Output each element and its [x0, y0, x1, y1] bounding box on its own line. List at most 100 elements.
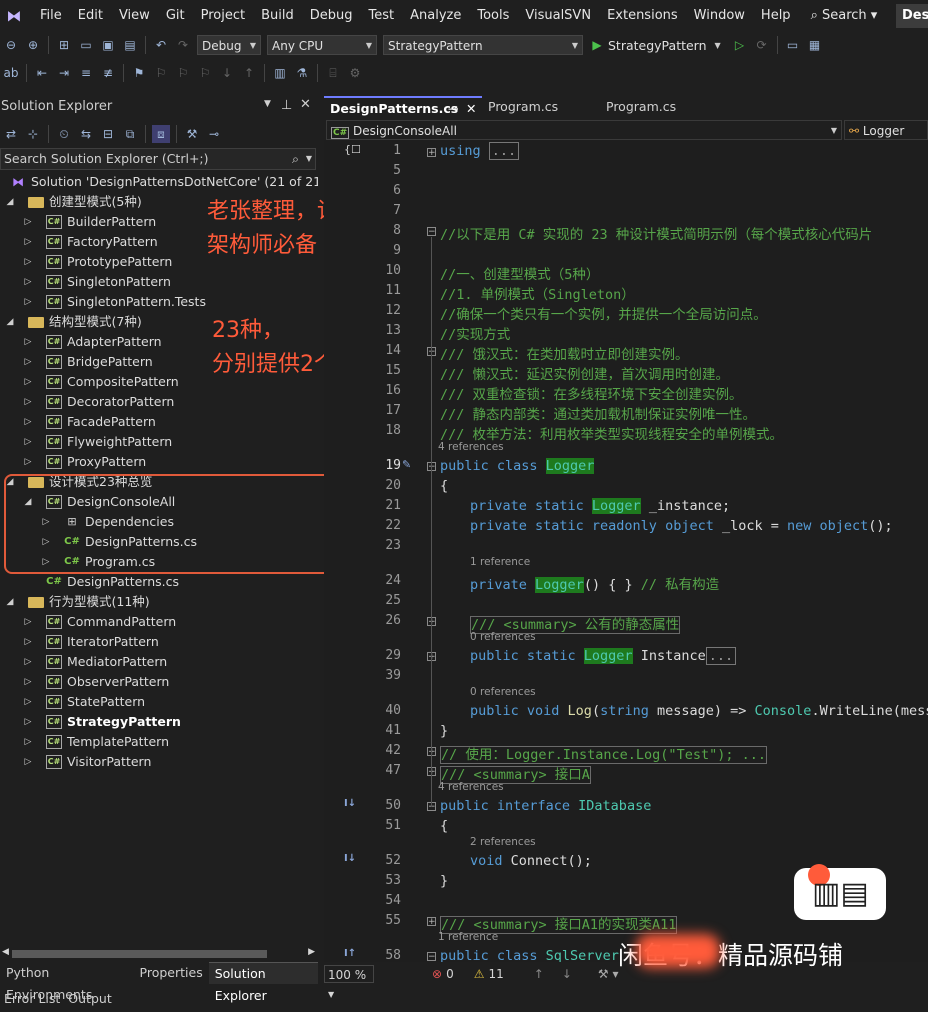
warning-count[interactable]: 11 — [488, 967, 503, 981]
save-all-icon[interactable]: ▤ — [121, 36, 139, 54]
menu-analyze[interactable]: Analyze — [402, 8, 469, 23]
tab-program-cs[interactable]: Program.cs — [482, 96, 600, 118]
indent-icon[interactable]: ⇤ — [33, 64, 51, 82]
run-button[interactable]: StrategyPattern — [608, 38, 707, 53]
next-issue-icon[interactable]: ↓ — [562, 967, 572, 981]
move-up-icon[interactable]: ↑ — [240, 64, 258, 82]
next-bookmark-icon[interactable]: ⚐ — [174, 64, 192, 82]
cleanup-icon[interactable]: ⚒ ▾ — [598, 967, 619, 981]
save-icon[interactable]: ▣ — [99, 36, 117, 54]
tree-item[interactable]: ▷ C# DecoratorPattern — [0, 392, 318, 412]
codelens-references[interactable]: 2 references — [470, 836, 536, 848]
zoom-select[interactable]: 100 % ▼ — [324, 965, 374, 999]
expand-chevron-icon[interactable]: ▷ — [22, 252, 34, 272]
tree-item[interactable]: ▷ C# ObserverPattern — [0, 672, 318, 692]
error-count[interactable]: 0 — [446, 967, 454, 981]
expand-icon[interactable]: + — [427, 148, 436, 158]
configuration-select[interactable]: Debug ▼ — [197, 35, 261, 55]
close-icon[interactable]: ✕ — [466, 98, 476, 120]
properties-icon[interactable]: ⚒ — [183, 125, 201, 143]
prev-bookmark-icon[interactable]: ⚐ — [152, 64, 170, 82]
tree-item[interactable]: ▷ C# FacadePattern — [0, 412, 318, 432]
uncomment-icon[interactable]: ≢ — [99, 64, 117, 82]
tab-error-list[interactable]: Error List — [0, 988, 64, 1010]
tree-item[interactable]: ▷ C# TemplatePattern — [0, 732, 318, 752]
expand-chevron-icon[interactable]: ▷ — [22, 452, 34, 472]
menu-extensions[interactable]: Extensions — [599, 8, 686, 23]
expand-chevron-icon[interactable]: ▷ — [22, 732, 34, 752]
format-icon[interactable]: ⌸ — [324, 64, 342, 82]
chevron-down-icon[interactable]: ▼ — [306, 149, 312, 169]
tab-output[interactable]: Output — [64, 988, 115, 1010]
new-project-icon[interactable]: ⊞ — [55, 36, 73, 54]
menu-view[interactable]: View — [111, 8, 158, 23]
pending-changes-icon[interactable]: ⊹ — [24, 125, 42, 143]
pin-icon[interactable]: ⊥ — [281, 98, 292, 113]
expand-chevron-icon[interactable]: ▷ — [22, 372, 34, 392]
hot-reload-icon[interactable]: ⟳ — [753, 36, 771, 54]
expand-chevron-icon[interactable]: ▷ — [22, 232, 34, 252]
forward-icon[interactable]: ⊕ — [24, 36, 42, 54]
error-icon[interactable]: ⊗ — [432, 967, 442, 981]
scrollbar-thumb[interactable] — [12, 950, 267, 958]
horizontal-scrollbar[interactable]: ◀ ▶ — [0, 946, 318, 962]
pin-icon[interactable]: ⊸ — [448, 98, 458, 120]
tab-properties[interactable]: Properties — [134, 962, 209, 984]
scroll-right-icon[interactable]: ▶ — [308, 947, 315, 957]
codelens-references[interactable]: 4 references — [438, 441, 504, 453]
test-explorer-icon[interactable]: ⚗ — [293, 64, 311, 82]
tree-item[interactable]: ▷ C# SingletonPattern.Tests — [0, 292, 318, 312]
outdent-icon[interactable]: ⇥ — [55, 64, 73, 82]
codelens-references[interactable]: 0 references — [470, 686, 536, 698]
comment-icon[interactable]: ≡ — [77, 64, 95, 82]
undo-icon[interactable]: ↶ — [152, 36, 170, 54]
code-editor[interactable]: 1 5 6 7 8 9 10 11 12 13 14 15 16 17 18 19 20 21 22 23 24 25 26… — [324, 140, 928, 962]
run-without-debugging-icon[interactable]: ▷ — [731, 36, 749, 54]
sync-icon[interactable]: ⇆ — [77, 125, 95, 143]
collapse-chevron-icon[interactable]: ◢ — [4, 312, 16, 332]
expand-chevron-icon[interactable]: ▷ — [22, 392, 34, 412]
run-icon[interactable]: ▶ — [588, 36, 606, 54]
back-icon[interactable]: ⊖ — [2, 36, 20, 54]
expand-chevron-icon[interactable]: ▷ — [22, 352, 34, 372]
expand-chevron-icon[interactable]: ▷ — [22, 272, 34, 292]
menu-window[interactable]: Window — [686, 8, 753, 23]
collapse-icon[interactable]: − — [427, 952, 436, 962]
spell-check-icon[interactable]: ab — [2, 64, 20, 82]
tree-item[interactable]: ▷ C# StrategyPattern — [0, 712, 318, 732]
menu-visualsvn[interactable]: VisualSVN — [517, 8, 599, 23]
show-all-files-icon[interactable]: ⧉ — [121, 125, 139, 143]
expand-chevron-icon[interactable]: ▷ — [22, 712, 34, 732]
chevron-down-icon[interactable]: ▼ — [709, 36, 727, 54]
tab-solution-explorer[interactable]: Solution Explorer — [208, 962, 318, 1003]
menu-debug[interactable]: Debug — [302, 8, 361, 23]
member-nav-select[interactable]: ⚯ Logger — [844, 120, 928, 140]
tree-item[interactable]: ◢ 行为型模式(11种) — [0, 592, 318, 612]
codelens-references[interactable]: 1 reference — [438, 931, 498, 943]
layout-icon[interactable]: ▦ — [806, 36, 824, 54]
visual-studio-logo-icon[interactable]: ⧓ — [4, 6, 24, 26]
expand-icon[interactable]: + — [427, 917, 436, 927]
open-folder-icon[interactable]: ▭ — [77, 36, 95, 54]
codelens-references[interactable]: 4 references — [438, 781, 504, 793]
expand-chevron-icon[interactable]: ▷ — [22, 432, 34, 452]
menu-project[interactable]: Project — [193, 8, 253, 23]
expand-chevron-icon[interactable]: ▷ — [22, 332, 34, 352]
tab-python-environments[interactable]: Python Environments — [0, 962, 134, 1002]
preview-icon[interactable]: ⊸ — [205, 125, 223, 143]
tree-item[interactable]: ▷ C# ProxyPattern — [0, 452, 318, 472]
collapse-chevron-icon[interactable]: ◢ — [4, 592, 16, 612]
close-icon[interactable]: ✕ — [300, 97, 311, 112]
tree-item[interactable]: ▷ C# FlyweightPattern — [0, 432, 318, 452]
tree-item[interactable]: ▷ C# SingletonPattern — [0, 272, 318, 292]
menu-edit[interactable]: Edit — [70, 8, 111, 23]
solution-search-input[interactable]: Search Solution Explorer (Ctrl+;) ⌕ ▼ — [0, 148, 316, 170]
bookmark-icon[interactable]: ⚑ — [130, 64, 148, 82]
project-nav-select[interactable]: C# DesignConsoleAll ▼ — [326, 120, 842, 140]
search-menu[interactable]: ⌕ Search ▾ — [805, 8, 884, 23]
codelens-references[interactable]: 1 reference — [470, 556, 530, 568]
expand-chevron-icon[interactable]: ▷ — [22, 632, 34, 652]
expand-chevron-icon[interactable]: ▷ — [22, 752, 34, 772]
redo-icon[interactable]: ↷ — [174, 36, 192, 54]
expand-chevron-icon[interactable]: ▷ — [22, 212, 34, 232]
